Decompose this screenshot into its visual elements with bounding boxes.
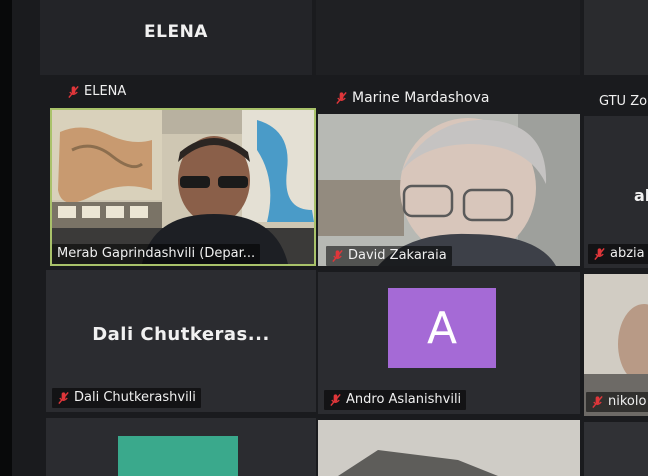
participant-name-center: ab: [634, 186, 648, 205]
participant-name: Merab Gaprindashvili (Depar...: [57, 246, 256, 261]
mic-off-icon: [68, 85, 79, 99]
mic-off-icon: [336, 91, 347, 105]
tile-bottom-left[interactable]: [46, 418, 316, 476]
participant-label: abzia: [588, 244, 648, 264]
video-gallery: ELENA ELENA Marine Mardashova GTU Zo Mer…: [12, 0, 648, 476]
video-feed: [318, 114, 580, 266]
tile-bottom-right[interactable]: [584, 422, 648, 476]
participant-label: GTU Zo: [594, 92, 648, 112]
participant-name: Marine Mardashova: [352, 90, 490, 106]
mic-off-icon: [332, 249, 343, 263]
participant-name: Dali Chutkerashvili: [74, 390, 196, 405]
participant-label: Marine Mardashova: [330, 88, 494, 108]
participant-label: Merab Gaprindashvili (Depar...: [52, 244, 261, 264]
participant-label: ELENA: [62, 82, 131, 102]
tile-top-middle[interactable]: [316, 0, 580, 75]
participant-label: David Zakaraia: [326, 246, 452, 266]
participant-name: David Zakaraia: [348, 248, 447, 263]
participant-name: abzia: [610, 246, 645, 261]
participant-name: GTU Zo: [599, 94, 648, 109]
participant-label: Andro Aslanishvili: [324, 390, 467, 410]
mic-off-icon: [330, 393, 341, 407]
tile-merab[interactable]: Merab Gaprindashvili (Depar...: [50, 108, 316, 266]
participant-name-center: Dali Chutkeras...: [92, 324, 270, 345]
participant-label: Dali Chutkerashvili: [52, 388, 201, 408]
mic-off-icon: [592, 395, 603, 409]
tile-top-right[interactable]: [584, 0, 648, 75]
tile-andro[interactable]: A Andro Aslanishvili: [318, 272, 580, 414]
tile-bottom-middle[interactable]: [318, 420, 580, 476]
video-feed: [52, 110, 314, 264]
screen-bezel: [0, 0, 12, 476]
tile-elena-top[interactable]: ELENA: [40, 0, 312, 75]
participant-name: nikolo: [608, 394, 647, 409]
participant-label: nikolo: [586, 392, 648, 412]
avatar: A: [388, 288, 496, 368]
participant-name: ELENA: [84, 84, 127, 99]
video-feed: [318, 420, 580, 476]
tile-nikolo[interactable]: nikolo: [584, 274, 648, 416]
tile-david[interactable]: David Zakaraia: [318, 114, 580, 266]
participant-name-center: ELENA: [144, 22, 208, 42]
mic-off-icon: [58, 391, 69, 405]
mic-off-icon: [594, 247, 605, 261]
participant-name: Andro Aslanishvili: [346, 392, 462, 407]
avatar: [118, 436, 238, 476]
tile-dali[interactable]: Dali Chutkeras... Dali Chutkerashvili: [46, 270, 316, 412]
tile-abzia[interactable]: ab abzia: [584, 116, 648, 268]
